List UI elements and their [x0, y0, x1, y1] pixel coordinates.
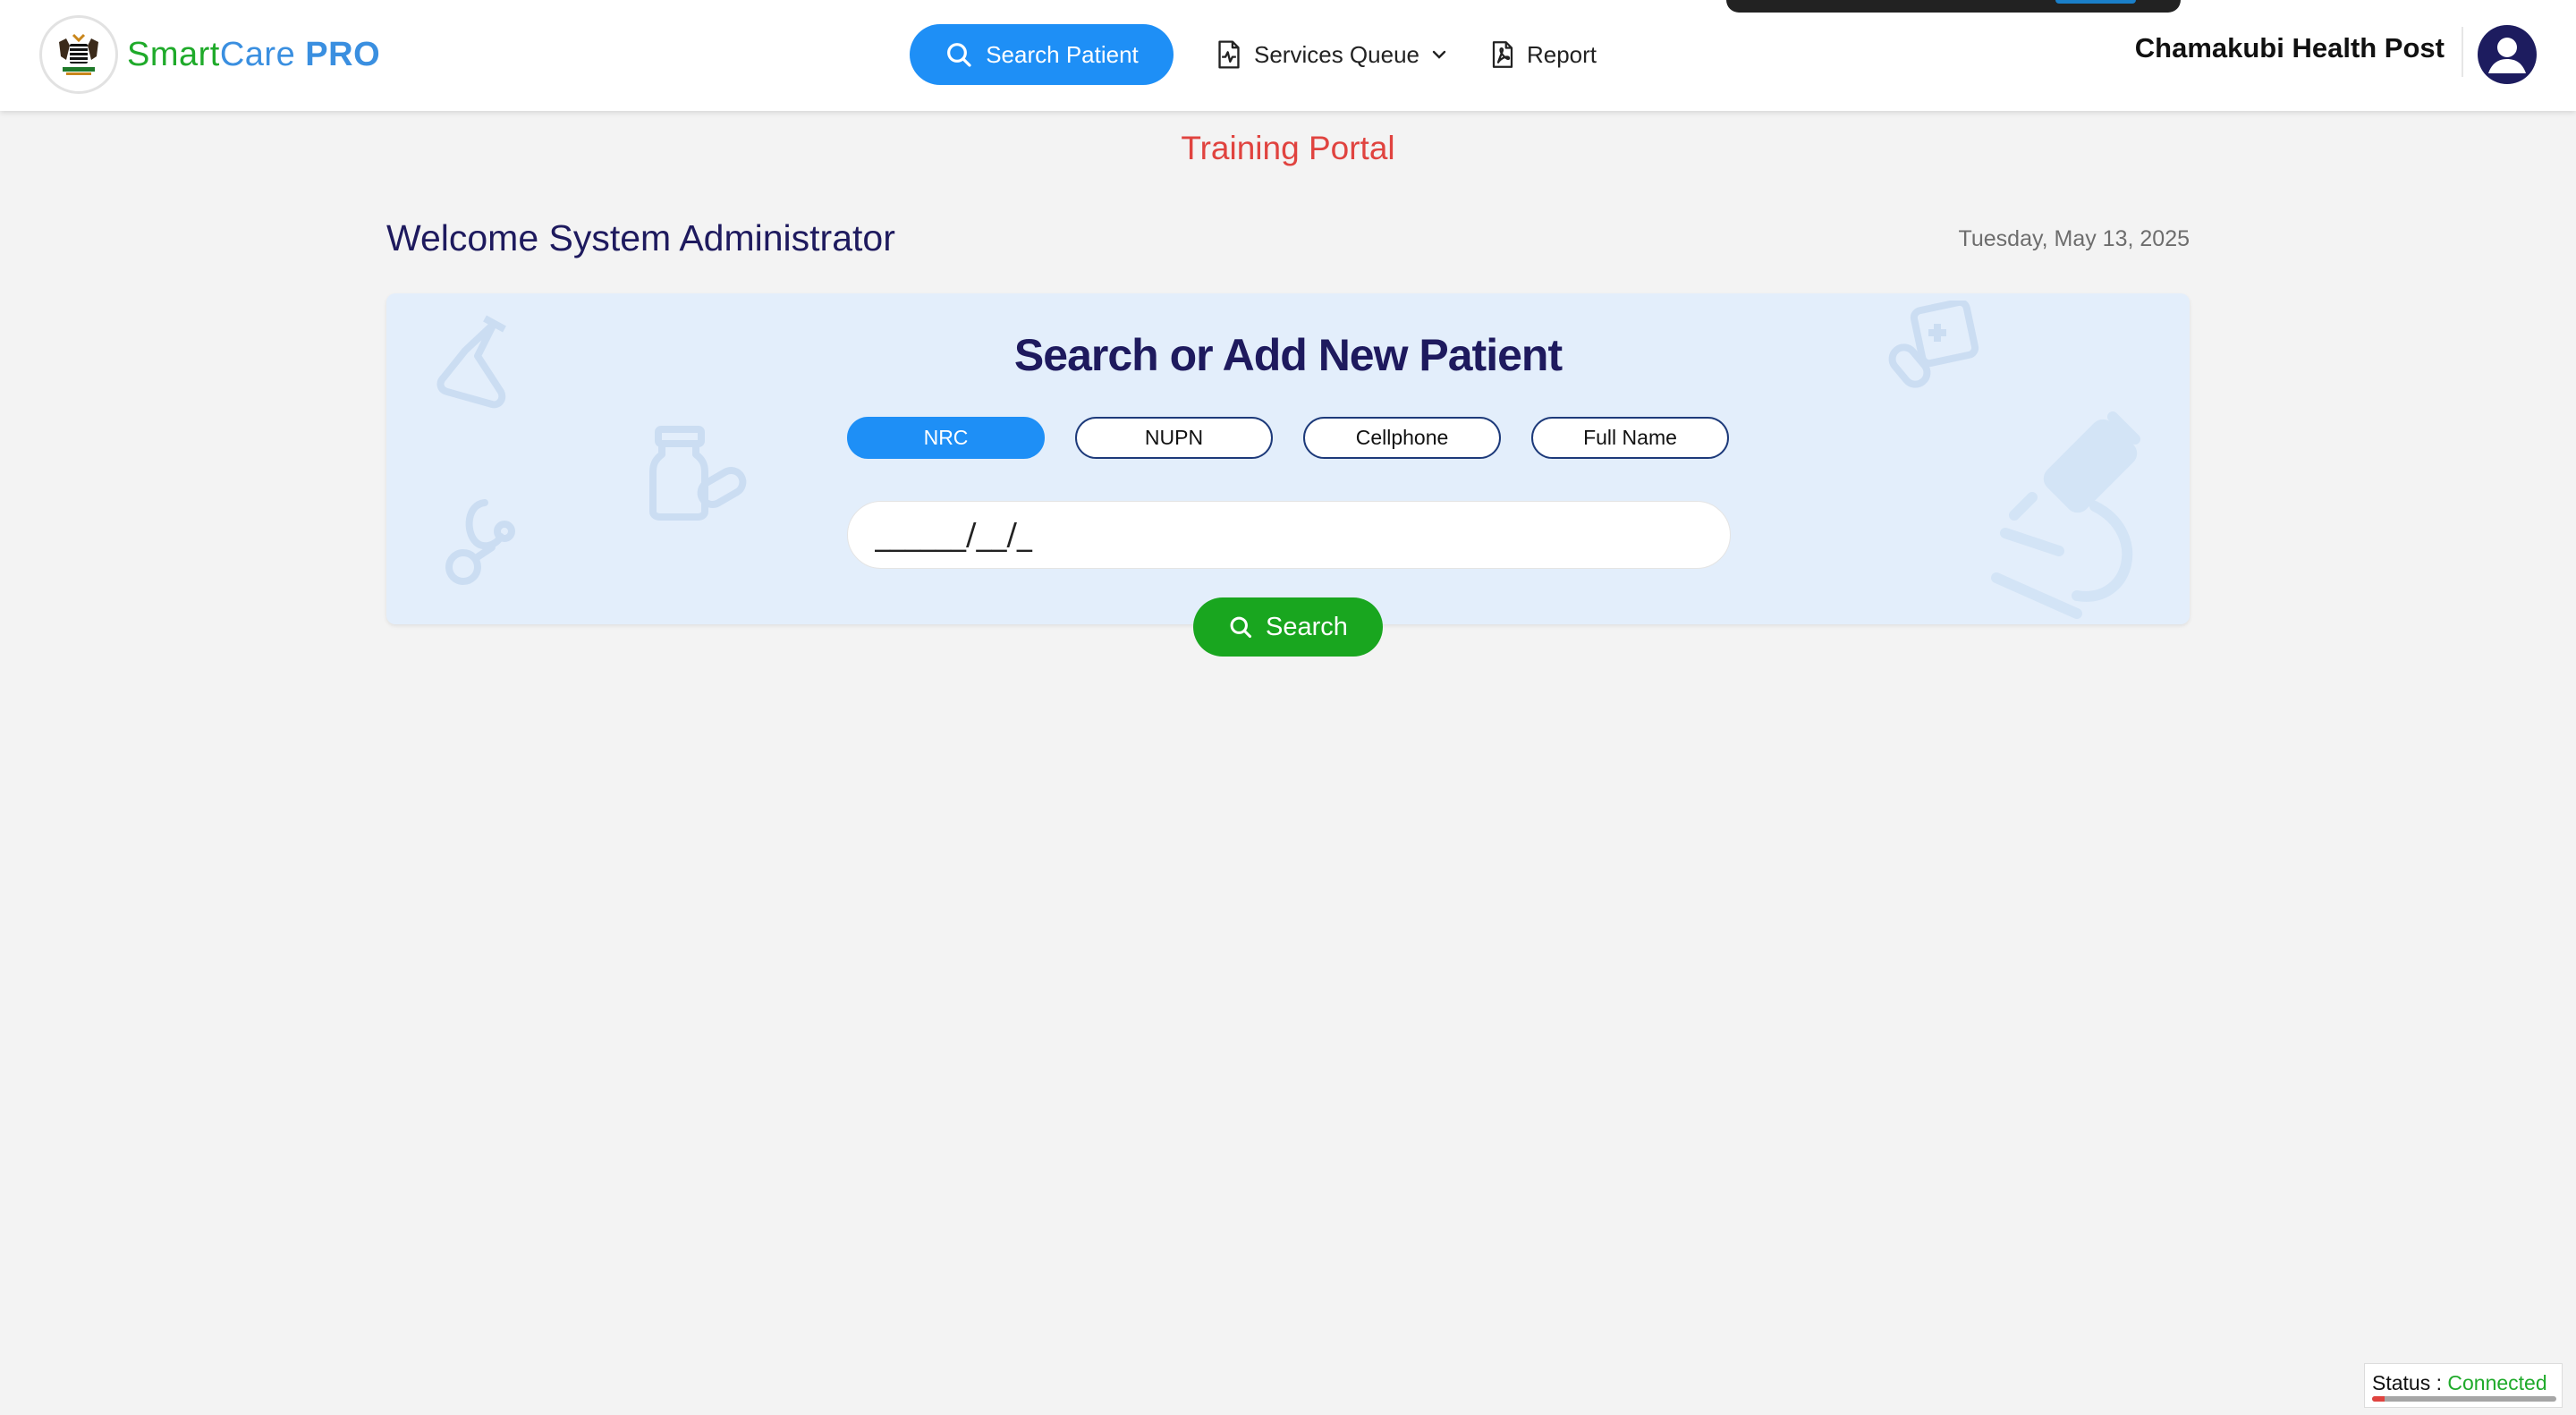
coat-of-arms-icon [39, 15, 118, 94]
status-value: Connected [2447, 1371, 2547, 1394]
nrc-search-input[interactable] [847, 501, 1731, 569]
filter-cellphone[interactable]: Cellphone [1303, 417, 1501, 459]
user-avatar[interactable] [2478, 25, 2537, 84]
filter-full-name[interactable]: Full Name [1531, 417, 1729, 459]
connection-status: Status : Connected [2364, 1363, 2563, 1408]
facility-name: Chamakubi Health Post [2134, 32, 2445, 64]
services-queue-menu[interactable]: Services Queue [1215, 39, 1448, 70]
services-queue-label: Services Queue [1254, 40, 1419, 68]
brand-care: Care [219, 35, 296, 73]
filter-nupn[interactable]: NUPN [1075, 417, 1273, 459]
main-nav: Search Patient Services Queue Report [910, 24, 1597, 85]
welcome-heading: Welcome System Administrator [386, 217, 895, 258]
filter-nrc[interactable]: NRC [847, 417, 1045, 459]
report-label: Report [1526, 40, 1597, 68]
header-divider [2462, 27, 2463, 77]
brand-pro: PRO [305, 35, 381, 73]
patient-search-card: Search or Add New Patient NRC NUPN Cellp… [386, 293, 2190, 624]
stethoscope-icon [445, 499, 515, 585]
document-pulse-icon [1218, 40, 1240, 69]
search-icon [947, 43, 971, 67]
search-button[interactable]: Search [1193, 597, 1383, 657]
pdf-file-icon [1492, 41, 1513, 68]
chevron-down-icon [1432, 50, 1446, 59]
status-progress-bar [2372, 1396, 2556, 1402]
notification-toast [1726, 0, 2181, 13]
brand-logo[interactable]: SmartCare PRO [39, 14, 380, 95]
status-progress-fill [2372, 1396, 2385, 1402]
brand-name: SmartCare PRO [127, 36, 380, 74]
current-date: Tuesday, May 13, 2025 [1958, 226, 2190, 251]
top-navbar: SmartCare PRO Search Patient Services Qu… [0, 0, 2576, 111]
search-card-title: Search or Add New Patient [1013, 330, 1563, 380]
search-icon [1230, 616, 1252, 639]
report-link[interactable]: Report [1489, 39, 1597, 70]
search-patient-label: Search Patient [986, 40, 1139, 68]
status-label: Status : [2372, 1371, 2442, 1394]
user-icon [2488, 38, 2526, 73]
search-filter-group: NRC NUPN Cellphone Full Name [847, 417, 1759, 459]
microscope-icon [1991, 411, 2140, 619]
search-patient-button[interactable]: Search Patient [910, 24, 1174, 85]
search-button-label: Search [1266, 612, 1348, 641]
brand-smart: Smart [127, 35, 220, 73]
status-text: Status : Connected [2372, 1371, 2547, 1395]
training-portal-label: Training Portal [1181, 130, 1395, 166]
medicine-bottle-icon [649, 426, 747, 521]
toast-action[interactable] [2055, 0, 2136, 4]
